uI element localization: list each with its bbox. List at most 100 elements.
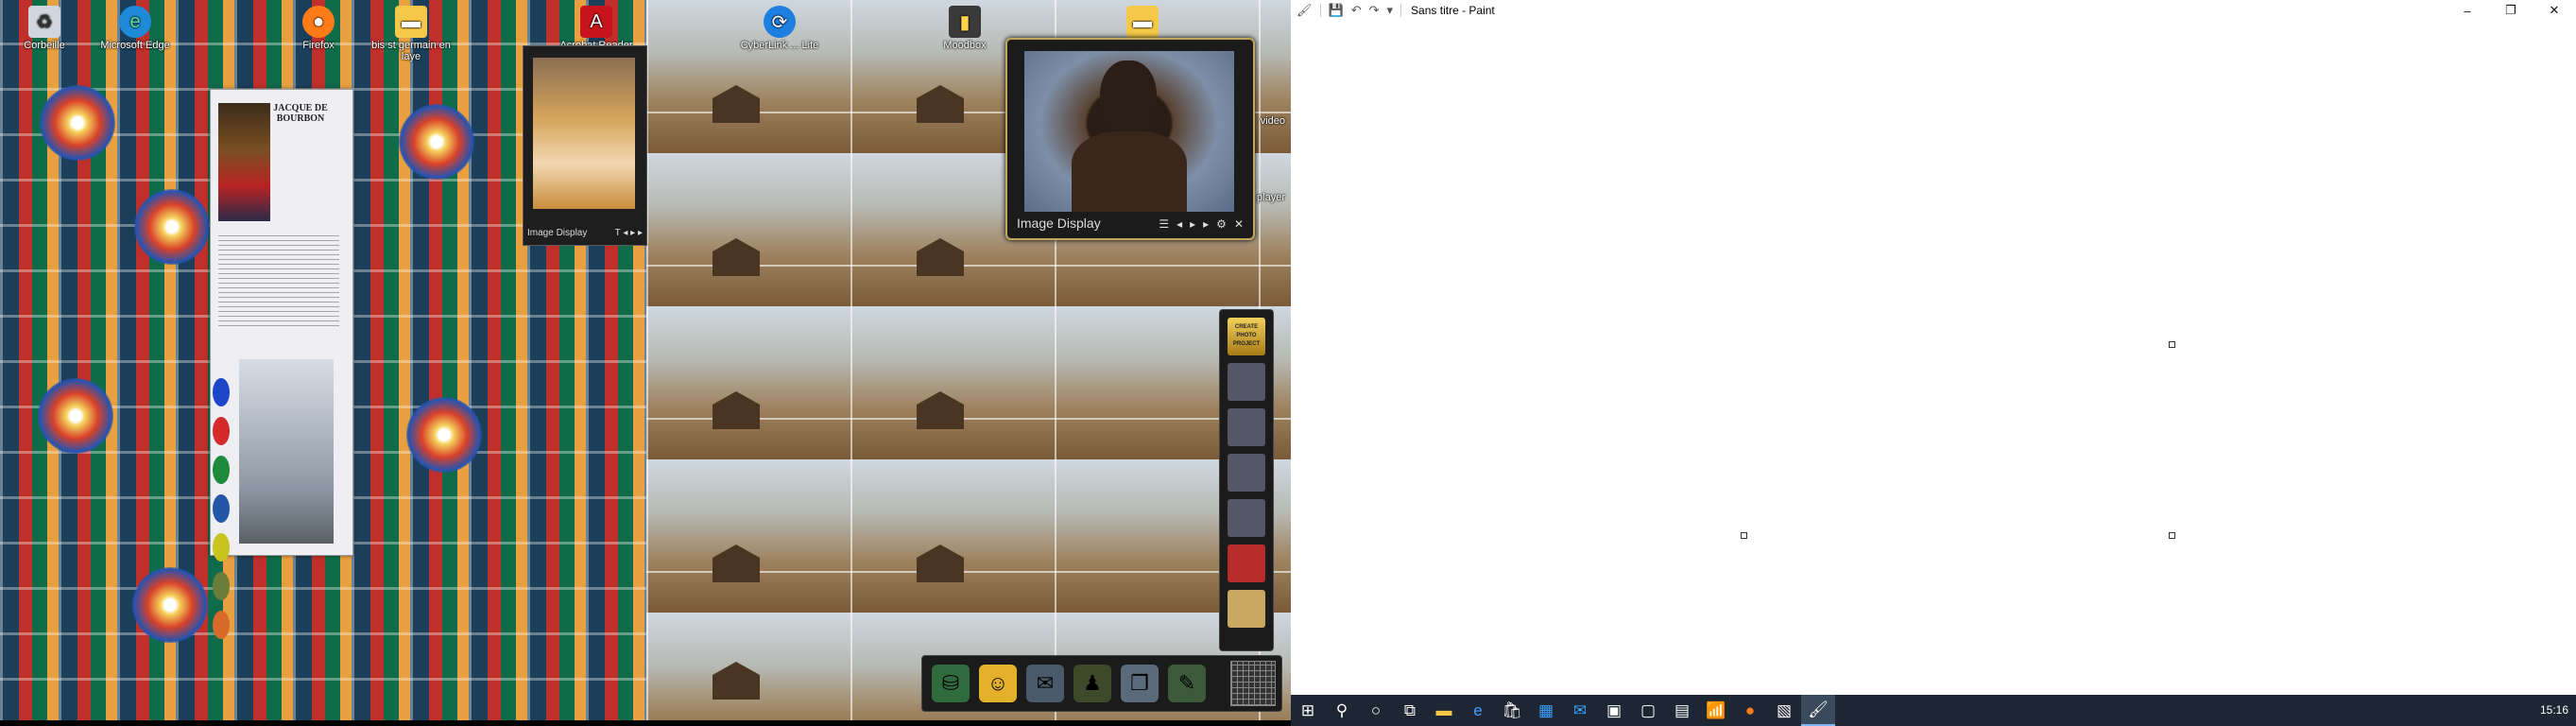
small-image-viewer[interactable]: Image Display T ◂ ▸ ▸ [523, 45, 647, 246]
app-button[interactable]: ▤ [1665, 695, 1699, 726]
task-view-button[interactable]: ⧉ [1393, 695, 1427, 726]
hut-image [713, 391, 760, 429]
file-icon: ▮ [949, 6, 981, 38]
desktop-icon-label: Corbeille [24, 40, 65, 51]
canvas-resize-handle[interactable] [1741, 532, 1747, 539]
search-button[interactable]: ⚲ [1325, 695, 1359, 726]
wifi-icon: 📶 [1706, 700, 1726, 719]
wifi-button[interactable]: 📶 [1699, 695, 1733, 726]
wallpaper-burst [38, 378, 113, 454]
taskbar-clock[interactable]: 15:16 [2540, 703, 2568, 717]
desktop-icon-cyberlink[interactable]: ⟳ CyberLink ... Lite [737, 6, 822, 51]
photo-grid-icon[interactable] [1228, 499, 1265, 537]
app-icon: ▢ [1640, 700, 1657, 719]
firefox-icon: ● [1744, 700, 1756, 719]
desktop: ♻ Corbeille e Microsoft Edge ● Firefox ▬… [0, 0, 1291, 726]
desktop-icon-corbeille[interactable]: ♻ Corbeille [2, 6, 87, 51]
folder-icon: ▬ [1435, 700, 1452, 719]
file-explorer-button[interactable]: ▬ [1427, 695, 1461, 726]
canvas-resize-handle[interactable] [2169, 532, 2175, 539]
play-icon[interactable]: ▸ [1190, 217, 1195, 231]
desktop-icon-folder[interactable]: ▬ [1100, 6, 1185, 40]
hut-image [917, 85, 964, 123]
app-button[interactable]: ▧ [1767, 695, 1801, 726]
cortana-icon: ○ [1370, 700, 1382, 719]
list-icon[interactable]: ☰ [1159, 217, 1169, 231]
wallpaper-burst [132, 567, 208, 643]
firefox-button[interactable]: ● [1733, 695, 1767, 726]
undo-icon[interactable]: ↶ [1351, 3, 1362, 18]
edit-photo-icon[interactable] [1228, 590, 1265, 628]
desktop-icon-label: Firefox [302, 40, 335, 51]
portrait-image [218, 103, 270, 221]
edge-button[interactable]: e [1461, 695, 1495, 726]
user-icon[interactable]: ♟ [1073, 665, 1111, 702]
desktop-icon-label: Moodbox [943, 40, 987, 51]
wallpaper-burst [134, 189, 210, 265]
save-icon[interactable]: 💾 [1329, 3, 1344, 18]
prev-icon[interactable]: ◂ [1176, 217, 1182, 231]
close-button[interactable]: ✕ [2533, 0, 2576, 21]
task-view-icon: ⧉ [1403, 700, 1417, 719]
mail-button[interactable]: ✉ [1563, 695, 1597, 726]
document-icon[interactable]: ❐ [1121, 665, 1159, 702]
cortana-button[interactable]: ○ [1359, 695, 1393, 726]
taskbar: ⊞ ⚲ ○ ⧉ ▬ e 🛍 ▦ ✉ ▣ ▢ ▤ 📶 ● ▧ 🖌 15:16 [1291, 695, 2576, 726]
hut-image [917, 238, 964, 276]
desktop-icon-firefox[interactable]: ● Firefox [276, 6, 361, 51]
cyberlink-icon: ⟳ [764, 6, 796, 38]
firefox-icon: ● [302, 6, 335, 38]
small-viewer-toolbar: Image Display T ◂ ▸ ▸ [527, 228, 643, 241]
document-text-lines [218, 232, 339, 326]
app-button[interactable]: ▢ [1631, 695, 1665, 726]
paint-titlebar: 🖌 💾 ↶ ↷ ▾ Sans titre - Paint – ❐ ✕ [1291, 0, 2576, 21]
desktop-icon-edge[interactable]: e Microsoft Edge [93, 6, 178, 51]
document-image-window[interactable]: JACQUE DE BOURBON [210, 89, 353, 639]
customize-toolbar-icon[interactable]: ▾ [1387, 3, 1394, 18]
store-icon: 🛍 [1502, 700, 1522, 719]
hut-image [713, 662, 760, 700]
printer-icon[interactable] [1228, 363, 1265, 401]
start-button[interactable]: ⊞ [1291, 695, 1325, 726]
photo-collage-icon[interactable] [1228, 408, 1265, 446]
small-viewer-label: Image Display [527, 228, 588, 238]
desktop-icon-bis-st-germain[interactable]: ▬ bis st germain en laye [369, 6, 454, 62]
photo-frame-icon[interactable] [1228, 454, 1265, 492]
separator [1400, 4, 1402, 17]
viewer-photo [533, 58, 635, 209]
minimize-button[interactable]: – [2446, 0, 2489, 21]
face-shape [1100, 60, 1157, 136]
notes-icon[interactable]: ✎ [1168, 665, 1206, 702]
calendar-app-button[interactable]: ▦ [1529, 695, 1563, 726]
calendar-icon: ▦ [1537, 700, 1554, 719]
paint-taskbar-button[interactable]: 🖌 [1801, 695, 1835, 726]
next-icon[interactable]: ▸ [1203, 217, 1209, 231]
wallpaper-burst [399, 104, 474, 180]
small-viewer-controls[interactable]: T ◂ ▸ ▸ [615, 228, 643, 241]
image-display-widget[interactable]: Image Display ☰ ◂ ▸ ▸ ⚙ ✕ [1005, 38, 1255, 240]
canvas-resize-handle[interactable] [2169, 341, 2175, 348]
create-photo-project-button[interactable]: CREATE PHOTO PROJECT [1228, 318, 1265, 355]
edge-icon: e [119, 6, 151, 38]
redo-icon[interactable]: ↷ [1369, 3, 1380, 18]
paint-app-icon: 🖌 [1297, 3, 1313, 17]
app-button[interactable]: ▣ [1597, 695, 1631, 726]
emoji-icon[interactable]: ☺ [979, 665, 1017, 702]
close-icon[interactable]: ✕ [1234, 217, 1244, 231]
desktop-icon-label: CyberLink ... Lite [740, 40, 819, 51]
desktop-icon-moodbox[interactable]: ▮ Moodbox [922, 6, 1007, 51]
mail-icon: ✉ [1572, 700, 1588, 719]
wallpaper-burst [406, 397, 482, 473]
folder-icon: ▬ [1126, 6, 1159, 38]
settings-icon[interactable]: ⚙ [1216, 217, 1227, 231]
paint-window: 🖌 💾 ↶ ↷ ▾ Sans titre - Paint – ❐ ✕ [1291, 0, 2576, 695]
photo-book-icon[interactable] [1228, 544, 1265, 582]
maximize-button[interactable]: ❐ [2489, 0, 2533, 21]
app-icon: ▤ [1674, 700, 1691, 719]
mail-icon[interactable]: ✉ [1026, 665, 1064, 702]
portrait-photo [1024, 51, 1234, 212]
keypad-icon[interactable] [1230, 661, 1276, 706]
store-button[interactable]: 🛍 [1495, 695, 1529, 726]
database-icon[interactable]: ⛁ [932, 665, 970, 702]
search-icon: ⚲ [1335, 700, 1348, 719]
